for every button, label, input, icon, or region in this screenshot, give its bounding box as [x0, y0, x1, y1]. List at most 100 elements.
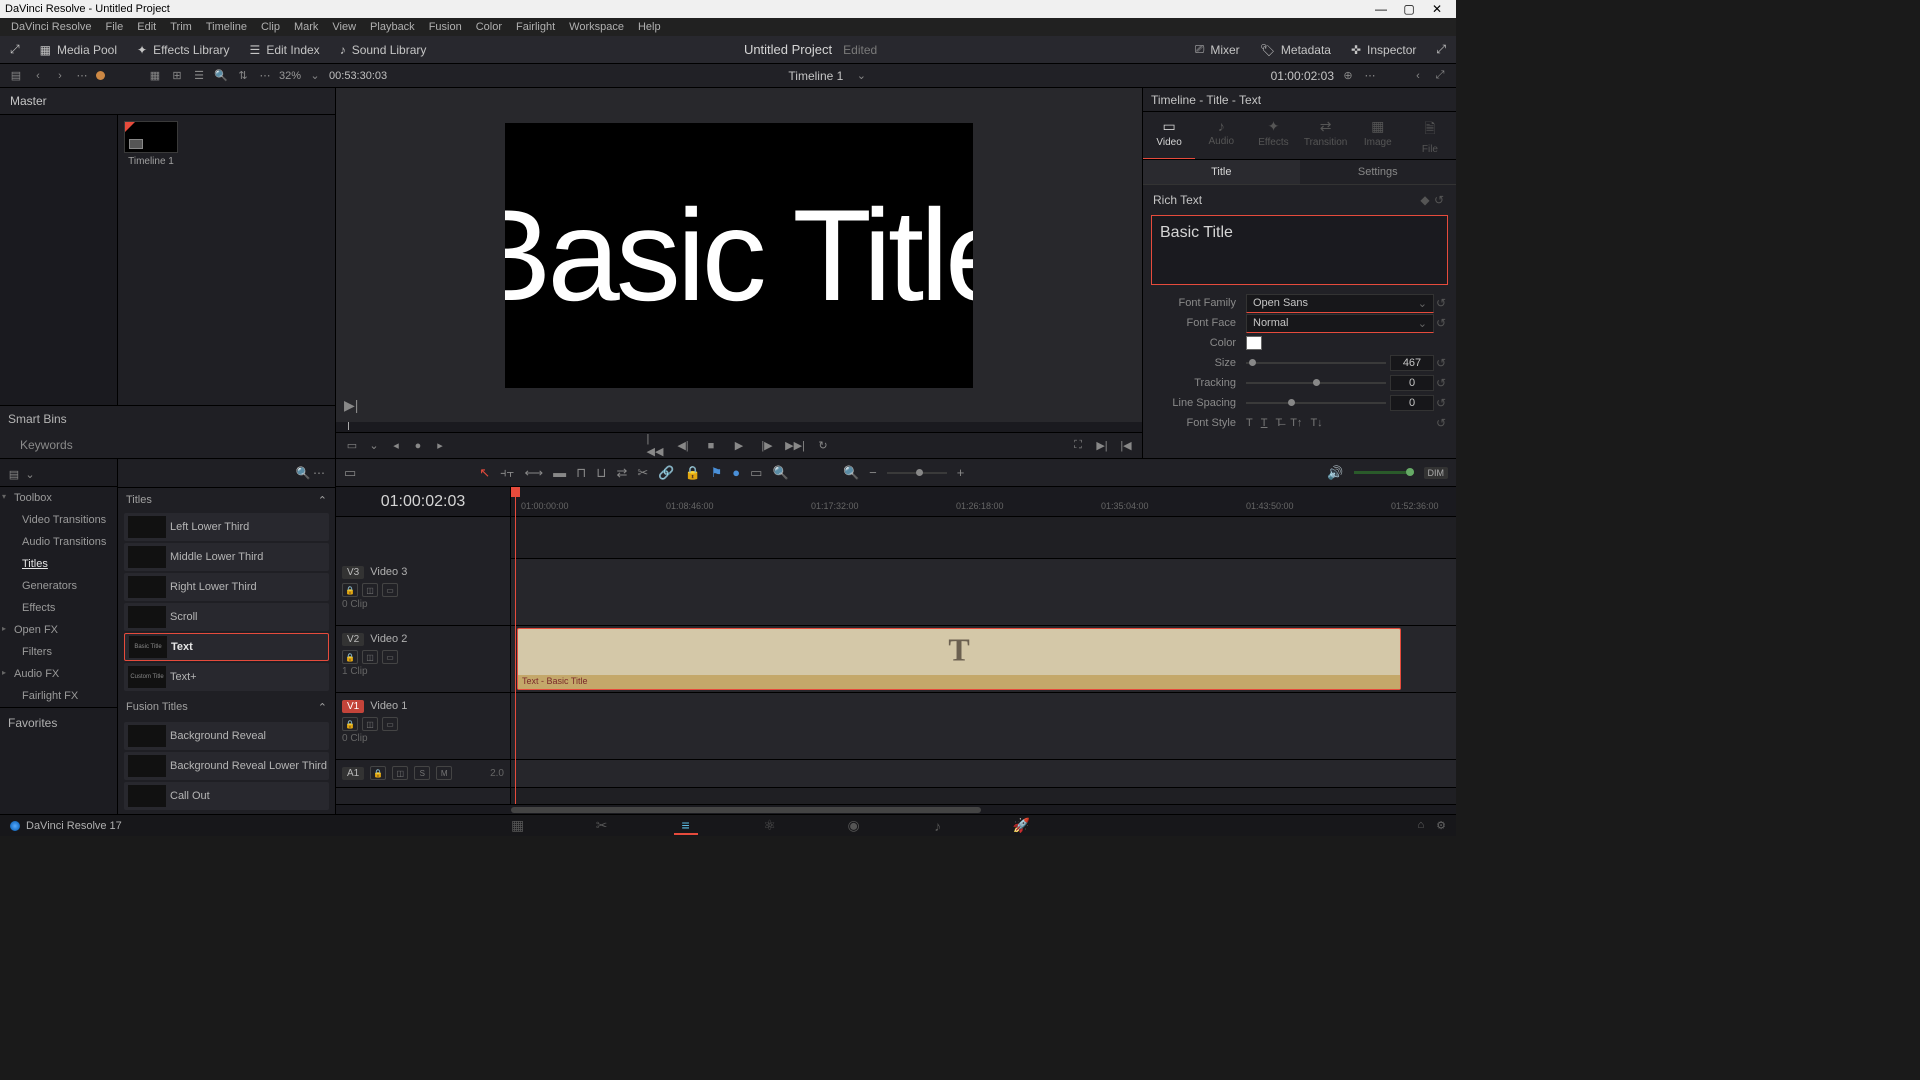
- panel-soundlibrary[interactable]: ♪Sound Library: [330, 36, 437, 63]
- timeline-timecode[interactable]: 01:00:02:03: [336, 487, 510, 517]
- fullscreen-icon[interactable]: ⛶: [1070, 438, 1086, 454]
- gps-icon[interactable]: ⊕: [1340, 68, 1356, 84]
- lock-track-icon[interactable]: 🔒: [370, 766, 386, 780]
- panel-inspector[interactable]: ✜Inspector: [1341, 36, 1426, 63]
- title-text-input[interactable]: Basic Title: [1151, 215, 1448, 285]
- menu-clip[interactable]: Clip: [254, 21, 287, 33]
- page-edit[interactable]: ≡: [674, 817, 698, 835]
- title-item[interactable]: Custom TitleText+: [124, 663, 329, 691]
- menu-color[interactable]: Color: [469, 21, 509, 33]
- play-icon[interactable]: ▶: [731, 438, 747, 454]
- reset-icon[interactable]: ↺: [1432, 193, 1446, 207]
- subtab-title[interactable]: Title: [1143, 160, 1300, 185]
- menu-edit[interactable]: Edit: [130, 21, 163, 33]
- title-clip[interactable]: T Text - Basic Title: [517, 628, 1401, 690]
- zoom-in-icon[interactable]: +: [957, 465, 965, 480]
- timeline-scrollbar[interactable]: [336, 804, 1456, 814]
- mark-icon[interactable]: ●: [410, 438, 426, 454]
- reset-icon[interactable]: ↺: [1434, 316, 1448, 330]
- fx-bin-icon[interactable]: ▤: [6, 467, 22, 483]
- skip-to-start-icon[interactable]: ▶|: [344, 397, 358, 414]
- subtab-settings[interactable]: Settings: [1300, 160, 1457, 185]
- title-item[interactable]: Left Lower Third: [124, 513, 329, 541]
- panel-mixer[interactable]: ⎚Mixer: [1185, 36, 1250, 63]
- tracking-value[interactable]: 0: [1390, 375, 1434, 391]
- page-cut[interactable]: ✂: [590, 817, 614, 835]
- auto-select-icon[interactable]: ◫: [362, 583, 378, 597]
- solo-icon[interactable]: S: [414, 766, 430, 780]
- prev-frame-icon[interactable]: ◀|: [675, 438, 691, 454]
- fx-search-icon[interactable]: 🔍: [295, 465, 311, 481]
- sort-icon[interactable]: ⇅: [235, 68, 251, 84]
- more-icon[interactable]: ⋯: [74, 68, 90, 84]
- title-item[interactable]: Right Lower Third: [124, 573, 329, 601]
- panel-metadata[interactable]: 🏷Metadata: [1250, 36, 1341, 63]
- menu-help[interactable]: Help: [631, 21, 668, 33]
- smartbins-header[interactable]: Smart Bins: [0, 406, 335, 432]
- insp-expand-icon[interactable]: ⤢: [1432, 68, 1448, 84]
- insert-icon[interactable]: ⊓: [576, 465, 586, 481]
- replace-icon[interactable]: ⇄: [616, 465, 627, 481]
- title-item[interactable]: Scroll: [124, 603, 329, 631]
- track-a1-lane[interactable]: [511, 760, 1456, 788]
- search-icon[interactable]: 🔍: [213, 68, 229, 84]
- viewer-menu-icon[interactable]: ⋯: [1362, 68, 1378, 84]
- menu-fusion[interactable]: Fusion: [422, 21, 469, 33]
- title-item-text[interactable]: Basic TitleText: [124, 633, 329, 661]
- list-view-icon[interactable]: ☰: [191, 68, 207, 84]
- auto-select-icon[interactable]: ◫: [362, 650, 378, 664]
- fxtree-favorites[interactable]: Favorites: [0, 707, 117, 738]
- track-v3-badge[interactable]: V3: [342, 566, 364, 579]
- title-item[interactable]: Background Reveal Lower Third: [124, 752, 329, 780]
- track-a1-badge[interactable]: A1: [342, 767, 364, 780]
- title-item[interactable]: Middle Lower Third: [124, 543, 329, 571]
- zoom-out-icon[interactable]: −: [869, 465, 877, 480]
- master-bin[interactable]: Master: [0, 88, 335, 115]
- viewer-canvas[interactable]: Basic Title ▶|: [336, 88, 1142, 422]
- close-button[interactable]: ✕: [1423, 2, 1451, 16]
- in-icon[interactable]: |◀: [1118, 438, 1134, 454]
- chevron-down-icon[interactable]: ⌄: [366, 438, 382, 454]
- match-frame-icon[interactable]: ▭: [344, 438, 360, 454]
- minimize-button[interactable]: —: [1367, 2, 1395, 16]
- track-v2-lane[interactable]: T Text - Basic Title: [511, 626, 1456, 693]
- playhead[interactable]: [515, 487, 516, 804]
- link-icon[interactable]: 🔗: [658, 465, 674, 481]
- track-v1-lane[interactable]: [511, 693, 1456, 760]
- page-fairlight[interactable]: ♪: [926, 817, 950, 835]
- lock-track-icon[interactable]: 🔒: [342, 583, 358, 597]
- fxtree-toolbox[interactable]: Toolbox: [0, 487, 117, 509]
- thumb-view-icon[interactable]: ▦: [147, 68, 163, 84]
- menu-file[interactable]: File: [99, 21, 131, 33]
- nav-back-icon[interactable]: ‹: [30, 68, 46, 84]
- menu-trim[interactable]: Trim: [163, 21, 199, 33]
- reset-icon[interactable]: ↺: [1434, 356, 1448, 370]
- volume-icon[interactable]: 🔊: [1327, 465, 1343, 481]
- panel-expand-left[interactable]: ⤢: [0, 36, 30, 63]
- reset-icon[interactable]: ↺: [1434, 376, 1448, 390]
- loop-icon[interactable]: ↻: [815, 438, 831, 454]
- volume-slider[interactable]: [1354, 471, 1414, 474]
- menu-view[interactable]: View: [325, 21, 363, 33]
- menu-icon[interactable]: ⋯: [257, 68, 273, 84]
- size-slider[interactable]: [1246, 362, 1386, 364]
- style-underline[interactable]: T: [1261, 417, 1268, 429]
- title-item[interactable]: Background Reveal: [124, 722, 329, 750]
- fxtree-effects[interactable]: Effects: [0, 597, 117, 619]
- fxtree-openfx[interactable]: Open FX: [0, 619, 117, 641]
- page-fusion[interactable]: ⚛: [758, 817, 782, 835]
- panel-expand-right[interactable]: ⤢: [1426, 36, 1456, 63]
- timeline-chevron[interactable]: ⌄: [853, 68, 869, 84]
- style-normal[interactable]: T: [1246, 417, 1253, 429]
- next-mark-icon[interactable]: ▸: [432, 438, 448, 454]
- bin-view-icon[interactable]: ▤: [8, 68, 24, 84]
- track-v3-lane[interactable]: [511, 559, 1456, 626]
- fontface-dropdown[interactable]: Normal⌄: [1246, 314, 1434, 333]
- page-color[interactable]: ◉: [842, 817, 866, 835]
- viewer-scrubber[interactable]: [336, 422, 1142, 432]
- overwrite-icon[interactable]: ⊔: [596, 465, 606, 481]
- auto-select-icon[interactable]: ◫: [362, 717, 378, 731]
- fxtree-generators[interactable]: Generators: [0, 575, 117, 597]
- inspector-tab-video[interactable]: ▭Video: [1143, 118, 1195, 159]
- nav-fwd-icon[interactable]: ›: [52, 68, 68, 84]
